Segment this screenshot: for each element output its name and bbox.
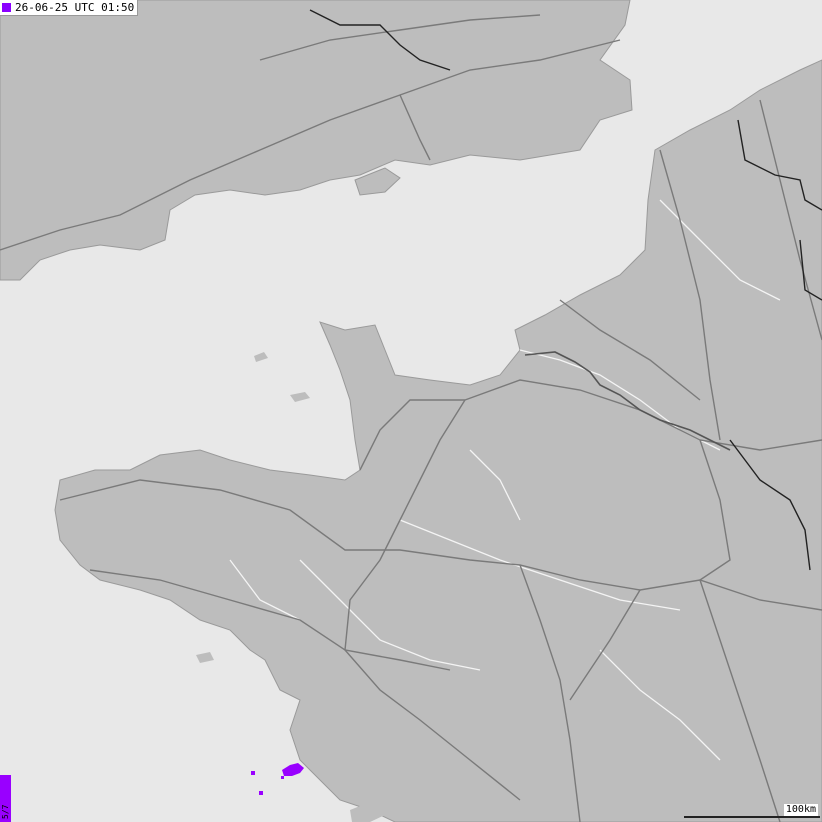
map-canvas[interactable] [0, 0, 822, 822]
scale-bar-line [684, 816, 820, 818]
scale-bar: 100km [684, 804, 820, 820]
legend-label: 5/7 [1, 804, 10, 819]
timestamp-label: 26-06-25 UTC 01:50 [0, 0, 139, 16]
timestamp-text: 26-06-25 UTC 01:50 [15, 1, 135, 14]
scale-bar-label: 100km [783, 804, 818, 816]
strike-color-swatch [2, 3, 11, 12]
